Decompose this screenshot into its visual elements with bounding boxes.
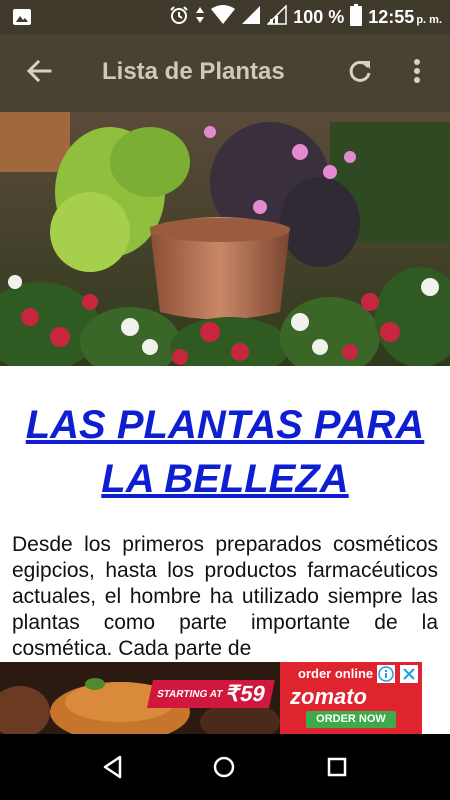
ad-info-icon[interactable] bbox=[377, 665, 395, 683]
hero-image bbox=[0, 112, 450, 366]
nav-back-button[interactable] bbox=[100, 754, 126, 780]
ad-close-icon[interactable] bbox=[400, 665, 418, 683]
signal-icon bbox=[241, 5, 261, 30]
clock-time: 12:55 bbox=[368, 6, 415, 27]
overflow-menu-button[interactable] bbox=[402, 54, 432, 92]
ad-price: ₹59 bbox=[223, 681, 268, 706]
article-body: Desde los primeros preparados cosméticos… bbox=[12, 533, 438, 660]
ad-price-tag: STARTING AT ₹59 bbox=[147, 680, 275, 708]
app-bar: Lista de Plantas bbox=[0, 34, 450, 112]
ad-brand: zomato bbox=[290, 684, 367, 709]
status-bar: 100 % 12:55 p. m. bbox=[0, 0, 450, 34]
nav-home-button[interactable] bbox=[211, 754, 237, 780]
ad-order-online: order online bbox=[298, 666, 374, 681]
page-title: Lista de Plantas bbox=[102, 58, 285, 85]
signal-icon-2 bbox=[266, 3, 287, 30]
ad-order-now-button[interactable]: ORDER NOW bbox=[306, 711, 396, 728]
clock-suffix: p. m. bbox=[416, 13, 442, 26]
ad-banner[interactable]: STARTING AT ₹59 order online zomato ORDE… bbox=[0, 662, 450, 734]
alarm-icon bbox=[169, 5, 189, 30]
article-title-link[interactable]: LAS PLANTAS PARA LA BELLEZA bbox=[10, 398, 440, 506]
battery-percent: 100 % bbox=[293, 6, 345, 27]
data-transfer-icon bbox=[195, 6, 205, 29]
battery-icon bbox=[350, 3, 363, 31]
clock: 12:55 p. m. bbox=[368, 7, 442, 28]
system-nav-bar bbox=[0, 734, 450, 800]
article: LAS PLANTAS PARA LA BELLEZA Desde los pr… bbox=[0, 366, 450, 662]
more-vert-icon bbox=[413, 58, 421, 89]
back-button[interactable] bbox=[20, 54, 58, 92]
refresh-button[interactable] bbox=[340, 54, 380, 92]
refresh-icon bbox=[347, 58, 373, 89]
arrow-back-icon bbox=[26, 58, 52, 89]
wifi-icon bbox=[211, 4, 236, 30]
image-icon bbox=[12, 7, 32, 27]
nav-recents-button[interactable] bbox=[324, 754, 350, 780]
ad-starting-label: STARTING AT bbox=[155, 688, 224, 700]
status-right: 100 % 12:55 p. m. bbox=[169, 0, 442, 34]
